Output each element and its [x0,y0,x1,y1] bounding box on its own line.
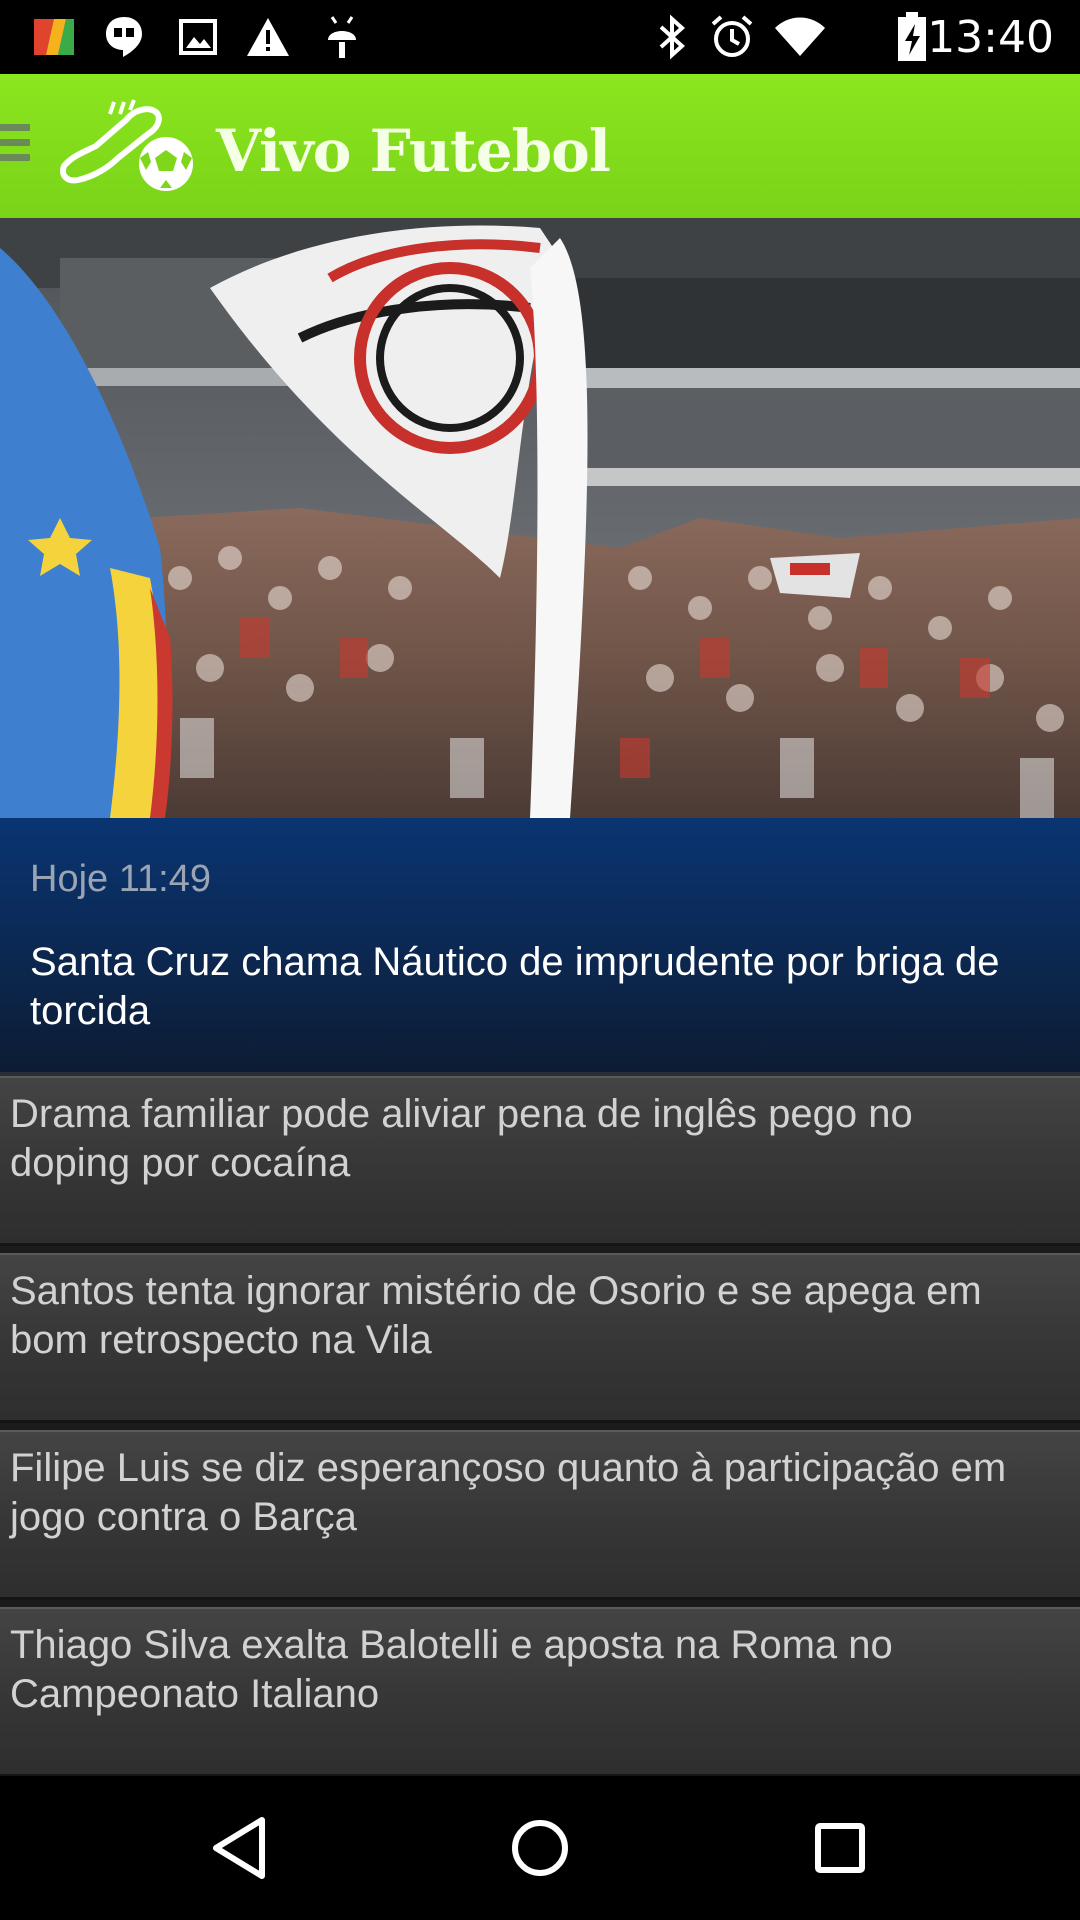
hero-image[interactable] [0,218,1080,818]
android-debug-icon [322,12,362,62]
navigation-bar [0,1776,1080,1920]
news-headline: Santos tenta ignorar mistério de Osorio … [10,1269,982,1362]
news-item[interactable]: Drama familiar pode aliviar pena de ingl… [0,1076,1080,1246]
featured-timestamp: Hoje 11:49 [30,858,211,900]
wifi-icon [772,12,828,62]
warning-icon [244,12,292,62]
logo-icon [56,96,206,196]
featured-story[interactable]: Hoje 11:49 Santa Cruz chama Náutico de i… [0,818,1080,1076]
app-title: Vivo Futebol [216,117,611,185]
avg-antivirus-icon [30,12,78,62]
recents-icon[interactable] [800,1808,880,1888]
gallery-icon [176,12,220,62]
bluetooth-icon [652,12,692,62]
home-icon[interactable] [500,1808,580,1888]
news-headline: Thiago Silva exalta Balotelli e aposta n… [10,1623,893,1716]
news-item[interactable]: Santos tenta ignorar mistério de Osorio … [0,1253,1080,1423]
featured-headline: Santa Cruz chama Náutico de imprudente p… [30,940,1000,1033]
news-headline: Drama familiar pode aliviar pena de ingl… [10,1092,913,1185]
status-bar: 13:40 [0,0,1080,74]
app-bar: Vivo Futebol [0,74,1080,220]
status-time: 13:40 [927,12,1054,63]
hangouts-icon [102,12,146,62]
news-headline: Filipe Luis se diz esperançoso quanto à … [10,1446,1007,1539]
alarm-icon [708,12,756,62]
news-list: Drama familiar pode aliviar pena de ingl… [0,1076,1080,1777]
news-item[interactable]: Filipe Luis se diz esperançoso quanto à … [0,1430,1080,1600]
news-item[interactable]: Thiago Silva exalta Balotelli e aposta n… [0,1607,1080,1777]
battery-charging-icon [892,12,932,62]
menu-icon[interactable] [0,124,30,168]
back-icon[interactable] [200,1808,280,1888]
